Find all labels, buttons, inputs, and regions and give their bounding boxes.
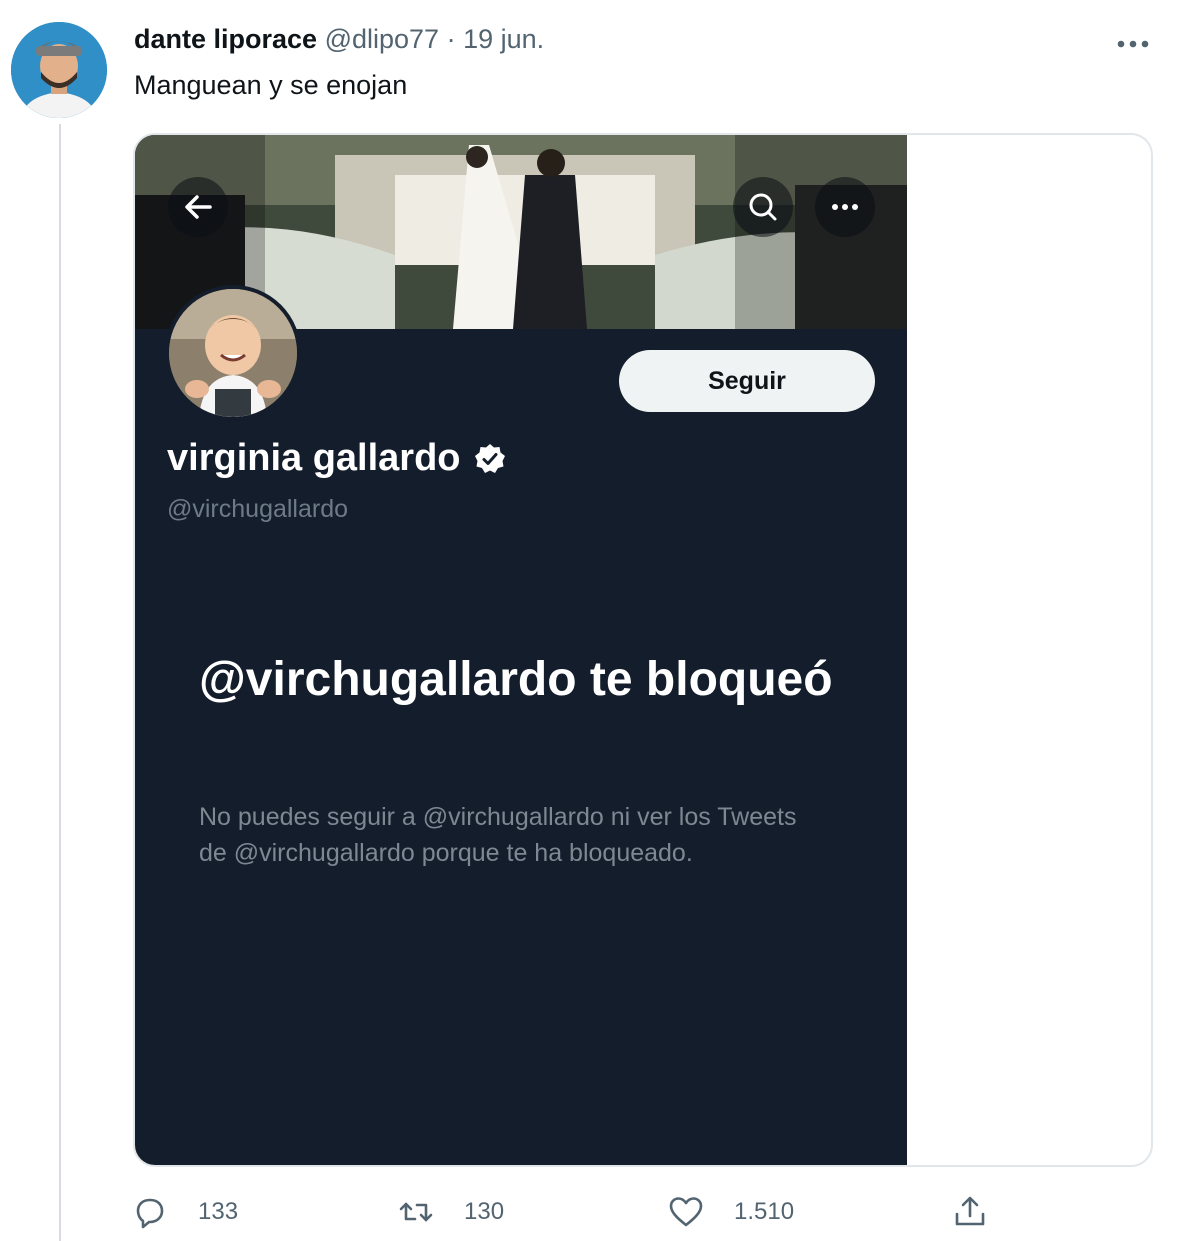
profile-name: virginia gallardo (167, 437, 461, 479)
profile-handle: @virchugallardo (167, 495, 349, 523)
profile-screenshot: Seguir virginia gallardo @virchugallardo… (135, 135, 907, 1165)
author-avatar[interactable] (11, 22, 107, 118)
reply-count: 133 (198, 1198, 239, 1225)
tweet-actions: 133 130 1.510 (130, 1192, 1010, 1232)
retweet-icon (399, 1202, 433, 1222)
tweet-text: Manguean y se enojan (134, 70, 408, 100)
profile-name-row: virginia gallardo (167, 437, 507, 480)
blocked-title: @virchugallardo te bloqueó (199, 653, 833, 706)
back-arrow-icon (185, 195, 212, 219)
blocked-description: No puedes seguir a @virchugallardo ni ve… (199, 803, 797, 867)
reply-button[interactable]: 133 (130, 1192, 238, 1232)
share-icon (955, 1196, 985, 1226)
like-count: 1.510 (734, 1198, 795, 1225)
separator-dot: · (446, 24, 456, 54)
profile-avatar[interactable] (165, 285, 301, 421)
attached-media[interactable]: Seguir virginia gallardo @virchugallardo… (133, 133, 1153, 1167)
search-icon (749, 193, 777, 221)
retweet-button[interactable]: 130 (396, 1192, 504, 1232)
more-horizontal-icon (832, 204, 858, 210)
share-button[interactable] (950, 1192, 990, 1232)
tweet-date[interactable]: 19 jun. (463, 24, 544, 54)
verified-badge-icon (474, 443, 505, 473)
more-horizontal-icon (1117, 40, 1149, 48)
back-button[interactable] (168, 177, 228, 237)
reply-icon (136, 1198, 164, 1229)
author-name[interactable]: dante liporace (134, 24, 317, 54)
more-options-button[interactable] (1110, 26, 1156, 62)
retweet-count: 130 (464, 1198, 505, 1225)
like-button[interactable]: 1.510 (666, 1192, 794, 1232)
like-icon (669, 1197, 703, 1227)
profile-more-button[interactable] (815, 177, 875, 237)
thread-line (59, 124, 61, 1241)
tweet-header: dante liporace @dlipo77 · 19 jun. (134, 24, 544, 55)
follow-button[interactable]: Seguir (619, 350, 875, 412)
author-handle[interactable]: @dlipo77 (325, 24, 440, 54)
search-button[interactable] (733, 177, 793, 237)
